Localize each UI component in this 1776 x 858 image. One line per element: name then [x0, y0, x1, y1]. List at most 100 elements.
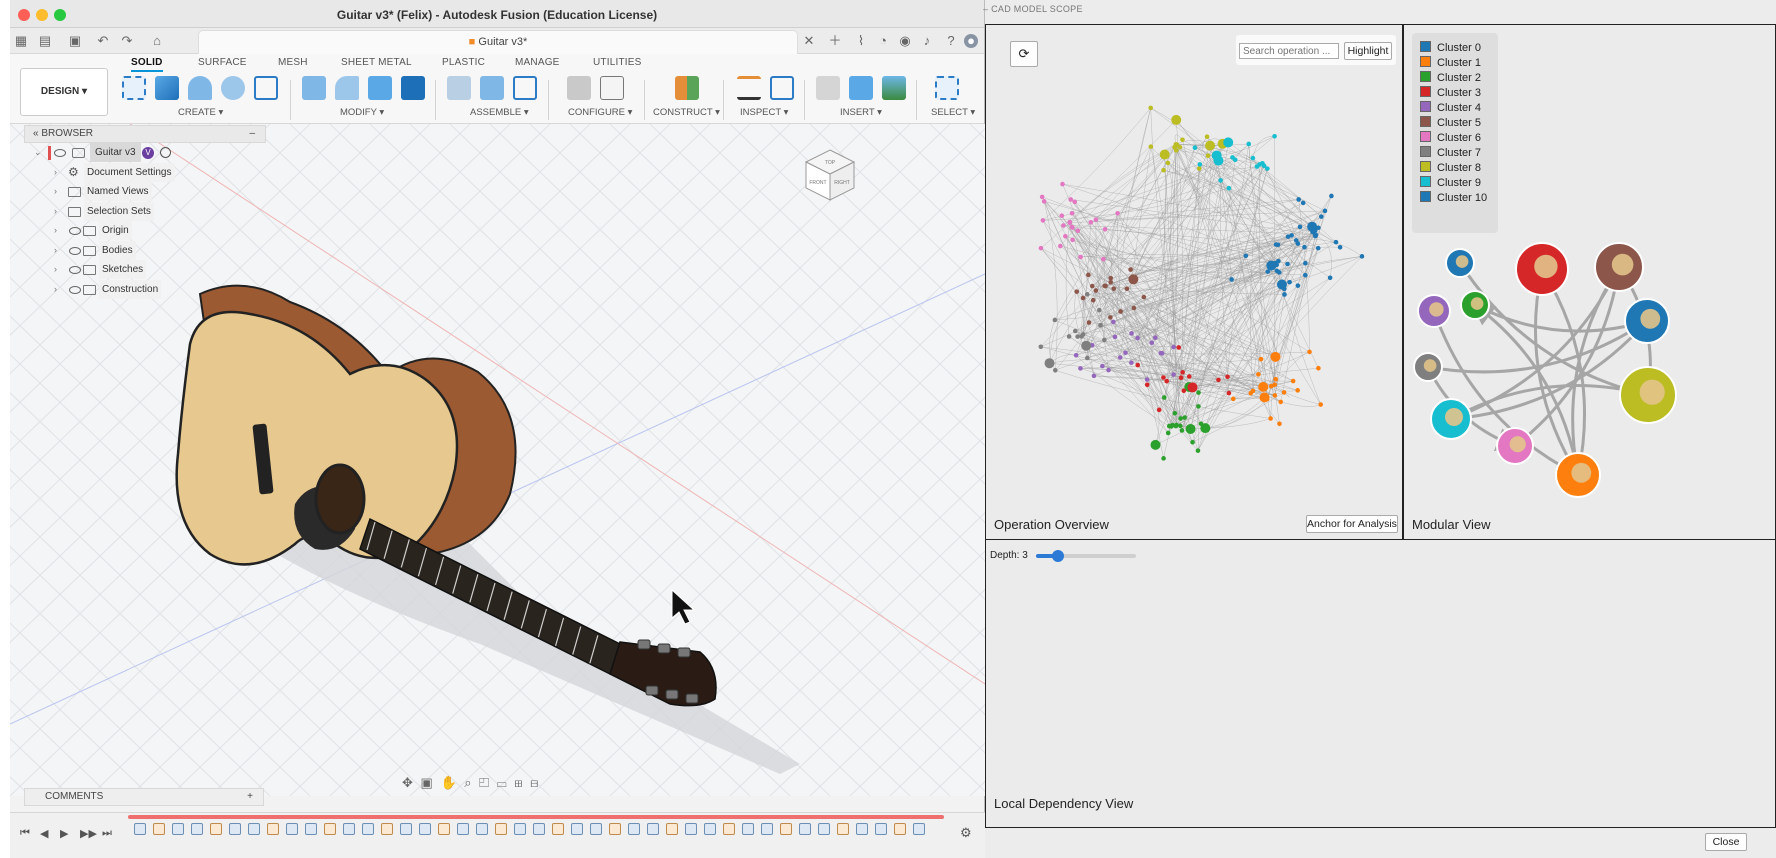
operation-node[interactable] — [1171, 114, 1182, 125]
operation-node[interactable] — [1226, 390, 1232, 396]
comments-panel[interactable]: COMMENTS + — [24, 788, 264, 806]
operation-node[interactable] — [1178, 375, 1184, 381]
tab-close-icon[interactable]: ✕ — [802, 34, 816, 48]
operation-node[interactable] — [1272, 393, 1278, 398]
operation-node[interactable] — [1101, 256, 1106, 262]
operation-node[interactable] — [1124, 286, 1130, 292]
operation-node[interactable] — [1287, 279, 1292, 285]
operation-node[interactable] — [1075, 334, 1080, 339]
operation-node[interactable] — [1093, 288, 1099, 293]
operation-node[interactable] — [1085, 355, 1090, 361]
undo-icon[interactable]: ↶ — [96, 34, 110, 48]
browser-item-construction[interactable]: › Construction — [24, 279, 266, 300]
look-at-icon[interactable]: ▣ — [421, 775, 435, 790]
tab-manage[interactable]: MANAGE — [515, 57, 560, 68]
inspect-group-label[interactable]: INSPECT ▾ — [740, 107, 788, 118]
operation-node[interactable] — [1128, 267, 1133, 272]
operation-node[interactable] — [1052, 367, 1058, 373]
operation-node[interactable] — [1302, 244, 1307, 250]
operation-node[interactable] — [1052, 317, 1058, 323]
operation-node[interactable] — [1243, 253, 1249, 259]
operation-node[interactable] — [1296, 197, 1301, 202]
cluster-node[interactable] — [1413, 352, 1443, 382]
timeline-feature-icon[interactable] — [343, 823, 355, 835]
operation-node[interactable] — [1067, 220, 1073, 226]
operation-node[interactable] — [1180, 370, 1185, 375]
timeline-feature-icon[interactable] — [894, 823, 906, 835]
legend-item[interactable]: Cluster 7 — [1420, 146, 1481, 159]
timeline-feature-icon[interactable] — [514, 823, 526, 835]
chevron-right-icon[interactable]: › — [54, 182, 57, 201]
operation-node[interactable] — [1196, 404, 1201, 409]
timeline-feature-icon[interactable] — [571, 823, 583, 835]
modular-view-panel[interactable]: Cluster 0 Cluster 1 Cluster 2 Cluster 3 Clus… — [1403, 24, 1776, 540]
timeline-feature-icon[interactable] — [609, 823, 621, 835]
operation-node[interactable] — [1359, 254, 1365, 259]
browser-item-document-settings[interactable]: › ⚙ Document Settings — [24, 162, 266, 183]
operation-node[interactable] — [1080, 295, 1086, 301]
cluster-node[interactable] — [1594, 242, 1644, 292]
cluster-node[interactable] — [1430, 398, 1472, 440]
timeline-feature-icon[interactable] — [153, 823, 165, 835]
timeline-feature-icon[interactable] — [362, 823, 374, 835]
operation-node[interactable] — [1072, 199, 1078, 205]
legend-item[interactable]: Cluster 3 — [1420, 86, 1481, 99]
operation-node[interactable] — [1277, 421, 1282, 427]
refresh-button[interactable]: ⟳ — [1010, 41, 1038, 67]
timeline-feature-icon[interactable] — [305, 823, 317, 835]
operation-node[interactable] — [1038, 245, 1044, 251]
home-icon[interactable]: ⌂ — [150, 34, 164, 48]
operation-node[interactable] — [1329, 193, 1334, 199]
timeline-feature-icon[interactable] — [856, 823, 868, 835]
operation-node[interactable] — [1070, 225, 1075, 230]
legend-item[interactable]: Cluster 5 — [1420, 116, 1481, 129]
activate-radio-icon[interactable] — [160, 147, 171, 158]
close-button[interactable]: Close — [1705, 833, 1747, 851]
depth-slider[interactable] — [1036, 550, 1136, 562]
tab-document[interactable]: ■ Guitar v3* — [198, 30, 798, 54]
cluster-node[interactable] — [1460, 290, 1490, 320]
operation-node[interactable] — [1156, 407, 1162, 413]
fillet-icon[interactable] — [335, 76, 359, 100]
chevron-right-icon[interactable]: › — [54, 163, 57, 182]
chevron-right-icon[interactable]: › — [54, 260, 57, 279]
operation-node[interactable] — [1179, 428, 1185, 433]
local-dependency-panel[interactable]: Depth: 3 Local Dependency View — [985, 540, 1776, 828]
insert-derive-icon[interactable] — [816, 76, 840, 100]
legend-item[interactable]: Cluster 8 — [1420, 161, 1481, 174]
operation-node[interactable] — [1159, 149, 1170, 160]
operation-node[interactable] — [1159, 350, 1165, 356]
operation-node[interactable] — [1278, 399, 1284, 405]
operation-node[interactable] — [1303, 272, 1308, 278]
tab-utilities[interactable]: UTILITIES — [593, 57, 641, 68]
operation-node[interactable] — [1150, 439, 1161, 450]
operation-node[interactable] — [1102, 337, 1107, 343]
timeline-feature-icon[interactable] — [818, 823, 830, 835]
avatar[interactable]: ● — [964, 34, 978, 48]
operation-node[interactable] — [1108, 279, 1113, 285]
operation-node[interactable] — [1061, 223, 1066, 228]
operation-node[interactable] — [1129, 331, 1134, 336]
cluster-node[interactable] — [1515, 242, 1569, 296]
notifications-icon[interactable]: ◉ — [898, 34, 912, 48]
operation-node[interactable] — [1072, 328, 1078, 334]
timeline-feature-icon[interactable] — [476, 823, 488, 835]
modify-group-label[interactable]: MODIFY ▾ — [340, 107, 384, 118]
operation-node[interactable] — [1131, 305, 1137, 311]
operation-node[interactable] — [1106, 367, 1111, 373]
operation-node[interactable] — [1141, 294, 1147, 300]
operation-node[interactable] — [1060, 181, 1065, 187]
timeline-feature-icon[interactable] — [628, 823, 640, 835]
modular-graph[interactable] — [1404, 215, 1774, 515]
operation-node[interactable] — [1273, 376, 1278, 382]
operation-node[interactable] — [1295, 388, 1300, 393]
extrude-icon[interactable] — [155, 76, 179, 100]
operation-node[interactable] — [1246, 141, 1252, 147]
operation-node[interactable] — [1041, 199, 1047, 204]
operation-node[interactable] — [1185, 423, 1196, 434]
operation-node[interactable] — [1044, 358, 1055, 369]
operation-node[interactable] — [1086, 320, 1092, 325]
shell-icon[interactable] — [401, 76, 425, 100]
operation-node[interactable] — [1187, 382, 1198, 393]
operation-node[interactable] — [1229, 277, 1234, 282]
